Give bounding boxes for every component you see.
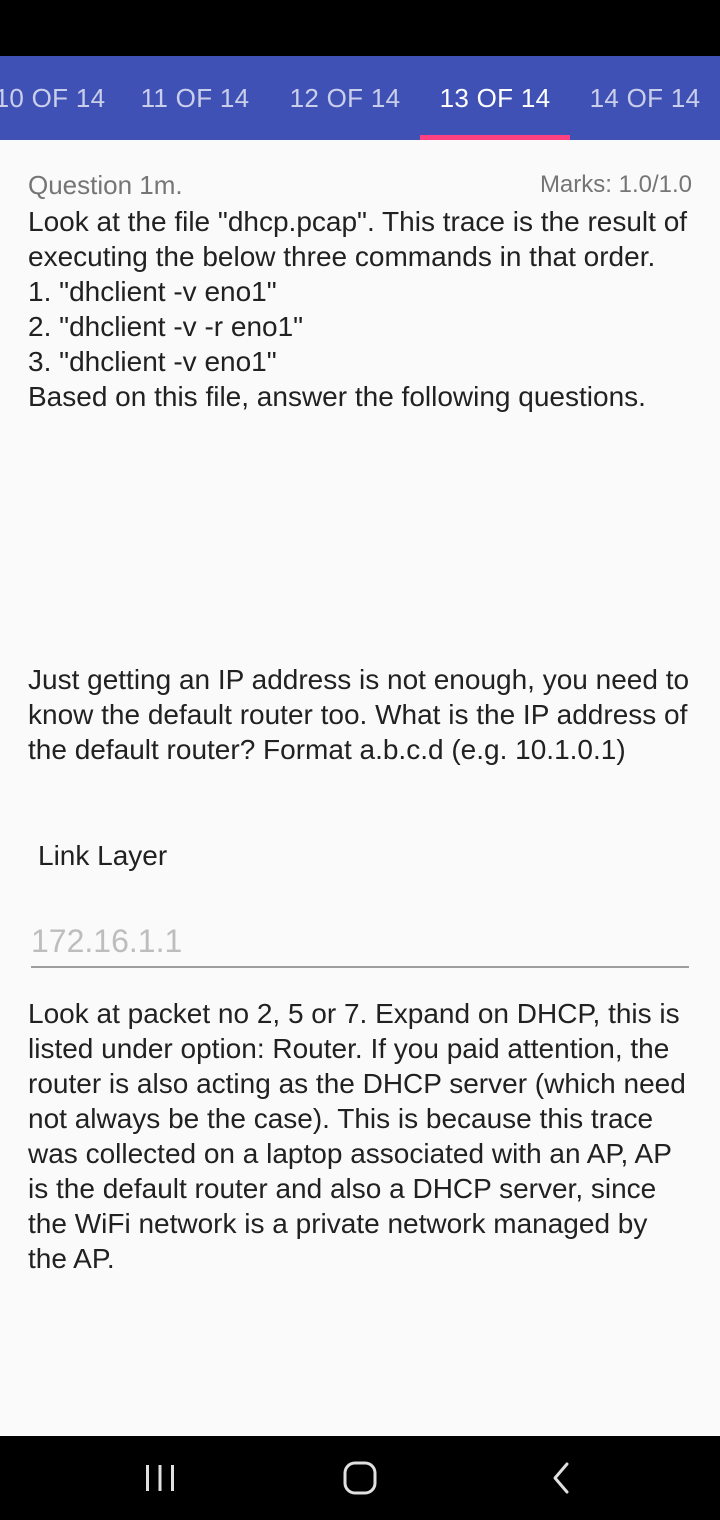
recent-apps-icon <box>146 1465 174 1491</box>
home-icon <box>343 1461 377 1495</box>
back-button[interactable] <box>502 1436 622 1520</box>
tab-question-12[interactable]: 12 OF 14 <box>270 56 420 140</box>
recent-apps-button[interactable] <box>100 1436 220 1520</box>
question-marks: Marks: 1.0/1.0 <box>539 171 692 198</box>
question-category-label: Link Layer <box>38 840 168 871</box>
answer-explanation: Look at packet no 2, 5 or 7. Expand on D… <box>28 998 694 1274</box>
answer-input[interactable] <box>31 916 689 968</box>
question-prompt: Just getting an IP address is not enough… <box>28 664 697 765</box>
question-content: Question 1m. Marks: 1.0/1.0 Look at the … <box>0 140 720 1436</box>
question-title: Question 1m. <box>28 170 183 200</box>
question-tab-bar: 10 OF 14 11 OF 14 12 OF 14 13 OF 14 14 O… <box>0 56 720 140</box>
question-intro: Look at the file "dhcp.pcap". This trace… <box>28 206 688 412</box>
status-bar <box>0 0 720 56</box>
back-icon <box>553 1462 569 1494</box>
system-navigation-bar <box>0 1436 720 1520</box>
tab-question-11[interactable]: 11 OF 14 <box>120 56 270 140</box>
question-header: Question 1m. Marks: 1.0/1.0 <box>28 170 692 204</box>
tab-question-14[interactable]: 14 OF 14 <box>570 56 720 140</box>
tab-question-13[interactable]: 13 OF 14 <box>420 56 570 140</box>
home-button[interactable] <box>300 1436 420 1520</box>
tab-question-10[interactable]: 10 OF 14 <box>0 56 125 140</box>
